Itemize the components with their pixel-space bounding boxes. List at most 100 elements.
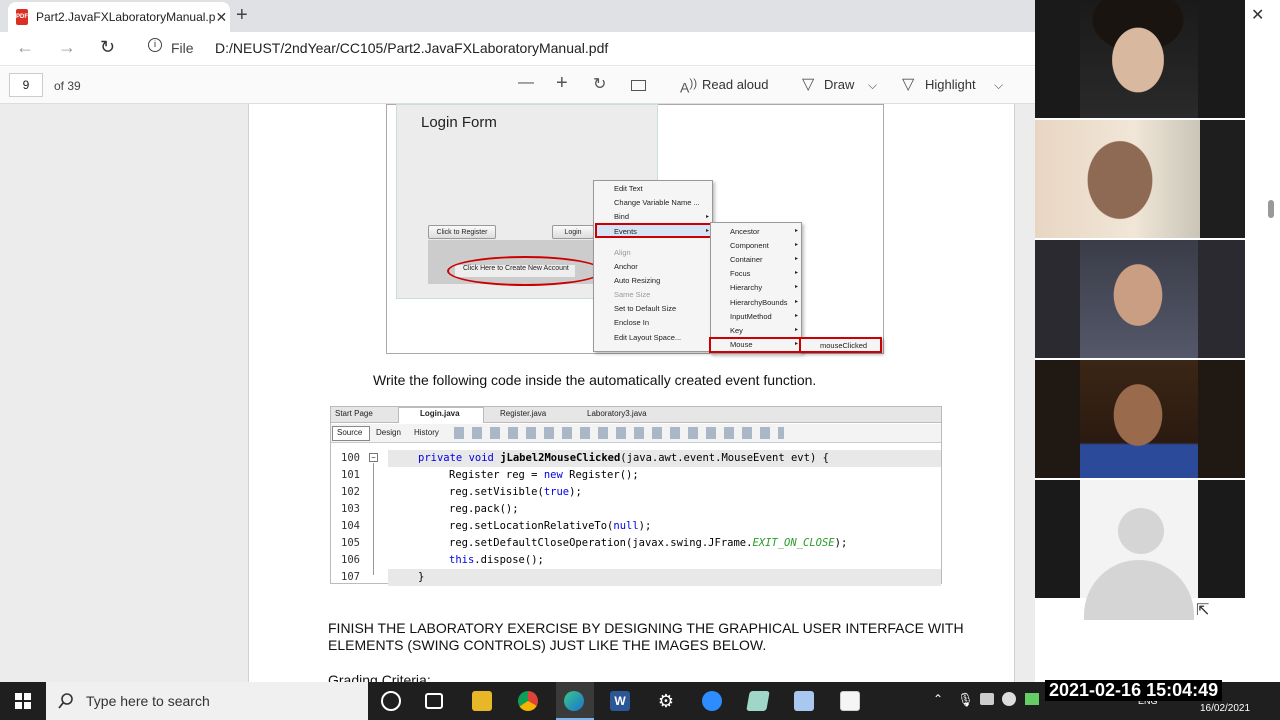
chrome-icon[interactable] bbox=[518, 691, 538, 711]
fit-page-icon[interactable] bbox=[631, 80, 646, 91]
code-line-105: reg.setDefaultCloseOperation(javax.swing… bbox=[449, 537, 848, 549]
line-number: 103 bbox=[341, 503, 360, 515]
draw-chevron-icon[interactable]: ⌵ bbox=[868, 78, 877, 93]
menu-item: Same Size bbox=[614, 290, 651, 299]
app-icon[interactable] bbox=[746, 691, 770, 711]
submenu-arrow-icon: ▸ bbox=[795, 256, 799, 262]
new-tab-button[interactable]: + bbox=[236, 4, 248, 27]
tray-chevron-icon[interactable]: ⌃ bbox=[933, 692, 943, 706]
menu-item: Set to Default Size bbox=[614, 304, 677, 313]
highlight-line bbox=[388, 569, 941, 586]
recording-timestamp: 2021-02-16 15:04:49 bbox=[1045, 680, 1223, 701]
view-tab: Source bbox=[337, 428, 363, 437]
participant-face-1 bbox=[1080, 0, 1198, 118]
event-item: InputMethod bbox=[730, 312, 772, 321]
code-line-102: reg.setVisible(true); bbox=[449, 486, 582, 498]
fold-line bbox=[373, 463, 374, 575]
url-field[interactable]: D:/NEUST/2ndYear/CC105/Part2.JavaFXLabor… bbox=[215, 40, 608, 56]
highlight-oval bbox=[447, 256, 603, 286]
zoom-icon[interactable] bbox=[702, 691, 722, 711]
search-icon bbox=[58, 693, 73, 709]
menu-item: Auto Resizing bbox=[614, 276, 661, 285]
task-view-icon[interactable] bbox=[425, 693, 443, 709]
finish-instruction: FINISH THE LABORATORY EXERCISE BY DESIGN… bbox=[328, 620, 964, 653]
participant-face-4 bbox=[1080, 360, 1198, 478]
edge-icon[interactable] bbox=[564, 691, 584, 711]
tray-app-icon[interactable] bbox=[1025, 693, 1039, 705]
info-icon[interactable]: i bbox=[148, 38, 162, 52]
event-item: Ancestor bbox=[730, 227, 760, 236]
taskbar-search[interactable]: Type here to search bbox=[46, 682, 368, 720]
editor-tab: Laboratory3.java bbox=[587, 409, 647, 418]
editor-toolbar-icons bbox=[454, 427, 784, 439]
fold-icon: − bbox=[369, 453, 378, 462]
event-item: Container bbox=[730, 255, 763, 264]
zoom-out-icon[interactable]: — bbox=[518, 74, 534, 92]
line-number: 104 bbox=[341, 520, 360, 532]
tray-app-icon[interactable] bbox=[980, 693, 994, 705]
rotate-icon[interactable]: ↻ bbox=[593, 74, 606, 94]
submenu-arrow-icon: ▸ bbox=[795, 270, 799, 276]
close-icon[interactable]: ✕ bbox=[1251, 5, 1264, 25]
back-icon[interactable]: ← bbox=[16, 37, 34, 58]
submenu-arrow-icon: ▸ bbox=[795, 228, 799, 234]
submenu-arrow-icon: ▸ bbox=[795, 313, 799, 319]
code-line-103: reg.pack(); bbox=[449, 503, 519, 515]
file-explorer-icon[interactable] bbox=[472, 691, 492, 711]
forward-icon[interactable]: → bbox=[58, 37, 76, 58]
line-number: 100 bbox=[341, 452, 360, 464]
submenu-arrow-icon: ▸ bbox=[706, 214, 710, 220]
page-total: of 39 bbox=[54, 79, 81, 93]
event-item: Component bbox=[730, 241, 769, 250]
code-line-106: this.dispose(); bbox=[449, 554, 544, 566]
line-number: 107 bbox=[341, 571, 360, 583]
highlight-icon: ▽ bbox=[902, 76, 915, 93]
event-item: Key bbox=[730, 326, 743, 335]
event-item: Focus bbox=[730, 269, 751, 278]
register-button: Click to Register bbox=[428, 225, 496, 239]
mic-icon[interactable]: 🎙 bbox=[957, 692, 974, 708]
start-button[interactable] bbox=[0, 682, 46, 720]
submenu-arrow-icon: ▸ bbox=[795, 299, 799, 305]
view-tab: History bbox=[414, 428, 439, 437]
scrollbar-thumb[interactable] bbox=[1268, 200, 1274, 218]
refresh-icon[interactable]: ↻ bbox=[100, 37, 115, 58]
zoom-in-icon[interactable]: + bbox=[556, 72, 568, 95]
word-icon[interactable]: W bbox=[610, 691, 630, 711]
avatar-head-icon bbox=[1118, 508, 1164, 554]
page-number-input[interactable]: 9 bbox=[9, 73, 43, 97]
submenu-arrow-icon: ▸ bbox=[795, 242, 799, 248]
read-aloud-button[interactable]: Read aloud bbox=[702, 77, 769, 92]
menu-item: Edit Layout Space... bbox=[614, 333, 682, 342]
draw-button[interactable]: Draw bbox=[824, 77, 854, 92]
browser-tab[interactable]: PDF Part2.JavaFXLaboratoryManual.p ✕ bbox=[8, 2, 230, 32]
highlight-button[interactable]: Highlight bbox=[925, 77, 976, 92]
login-button: Login bbox=[552, 225, 594, 239]
participant-face-2 bbox=[1035, 120, 1200, 238]
taskbar-date[interactable]: 16/02/2021 bbox=[1200, 703, 1250, 714]
tab-close-icon[interactable]: ✕ bbox=[215, 9, 227, 26]
code-line-104: reg.setLocationRelativeTo(null); bbox=[449, 520, 652, 532]
form-title: Login Form bbox=[421, 114, 497, 131]
windows-icon bbox=[15, 693, 31, 709]
menu-item: Change Variable Name ... bbox=[614, 198, 700, 207]
draw-icon: ▽ bbox=[802, 76, 815, 93]
instruction-text: Write the following code inside the auto… bbox=[373, 372, 817, 388]
line-number: 102 bbox=[341, 486, 360, 498]
java-app-icon[interactable] bbox=[840, 691, 860, 711]
highlight-chevron-icon[interactable]: ⌵ bbox=[994, 78, 1003, 93]
mouseclicked-red-box bbox=[799, 337, 882, 353]
box-app-icon[interactable] bbox=[794, 691, 814, 711]
avatar bbox=[1080, 480, 1198, 620]
settings-icon[interactable]: ⚙ bbox=[656, 691, 676, 711]
line-number: 106 bbox=[341, 554, 360, 566]
menu-item: Edit Text bbox=[614, 184, 643, 193]
view-tab: Design bbox=[376, 428, 401, 437]
editor-tab: Start Page bbox=[335, 409, 373, 418]
avatar-body-icon bbox=[1084, 560, 1194, 620]
tray-app-icon[interactable] bbox=[1002, 692, 1016, 706]
cortana-icon[interactable] bbox=[381, 691, 401, 711]
search-placeholder: Type here to search bbox=[86, 693, 210, 709]
code-line-101: Register reg = new Register(); bbox=[449, 469, 639, 481]
submenu-arrow-icon: ▸ bbox=[795, 327, 799, 333]
